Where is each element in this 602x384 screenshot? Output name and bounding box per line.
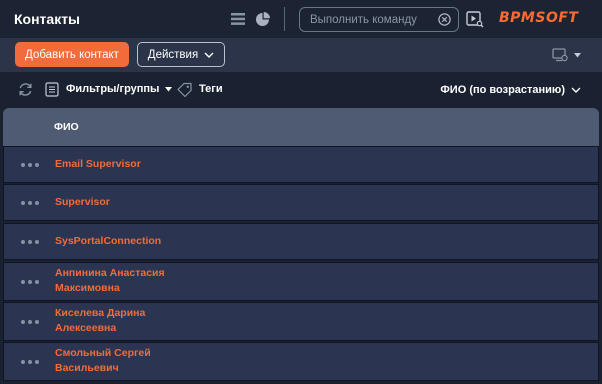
table-row[interactable]: SysPortalConnection [3,223,599,260]
view-settings-icon [552,48,568,62]
run-command-icon[interactable] [466,11,484,28]
contact-name-link[interactable]: Supervisor [55,195,110,210]
contact-name-link[interactable]: SysPortalConnection [55,234,161,249]
contact-name-line1: Киселева Дарина [55,307,146,319]
filter-bar: Фильтры/группы Теги ФИО (по возрастанию) [0,72,602,106]
grid-header: ФИО [3,108,599,146]
row-menu-icon[interactable] [21,162,41,168]
chevron-down-icon [574,52,581,57]
chart-view-icon[interactable] [254,11,270,27]
contact-name-line1: Анпинина Анастасия [55,267,165,279]
contact-name-line2: Васильевич [55,362,119,374]
table-row[interactable]: Смольный Сергей Васильевич [3,342,599,381]
command-box[interactable] [299,7,459,32]
table-row[interactable]: Анпинина Анастасия Максимовна [3,262,599,301]
action-bar: Добавить контакт Действия [0,38,602,72]
row-menu-icon[interactable] [21,200,41,206]
list-view-icon[interactable] [230,12,246,26]
sort-label: ФИО (по возрастанию) [440,84,565,96]
filters-groups-button[interactable]: Фильтры/группы [45,81,173,97]
contact-name-line1: Смольный Сергей [55,347,151,359]
actions-button[interactable]: Действия [137,42,225,67]
contact-name-line2: Максимовна [55,282,120,294]
column-header-fio[interactable]: ФИО [54,121,79,133]
logo-bpm: BPM [499,10,536,26]
chevron-down-icon [571,87,581,93]
bpmsoft-logo: BPMSOFT [499,10,578,28]
chevron-down-icon [165,86,173,91]
tags-button[interactable]: Теги [177,81,223,97]
tag-icon [177,82,192,97]
view-settings-button[interactable] [552,47,586,63]
table-row[interactable]: Supervisor [3,184,599,221]
actions-button-label: Действия [147,48,199,61]
row-menu-icon[interactable] [21,359,41,365]
contact-name-link[interactable]: Киселева Дарина Алексеевна [55,306,145,336]
clear-icon[interactable] [438,13,451,26]
tags-label: Теги [199,83,223,95]
command-input[interactable] [310,13,430,26]
filters-label: Фильтры/группы [66,83,160,95]
row-menu-icon[interactable] [21,319,41,325]
table-row[interactable]: Киселева Дарина Алексеевна [3,302,599,341]
contact-name-line2: Алексеевна [55,322,117,334]
contact-name-link[interactable]: Анпинина Анастасия Максимовна [55,266,165,296]
sort-dropdown[interactable]: ФИО (по возрастанию) [440,82,581,98]
row-menu-icon[interactable] [21,279,41,285]
chevron-down-icon [204,52,214,58]
table-row[interactable]: Email Supervisor [3,146,599,183]
contact-name-link[interactable]: Email Supervisor [55,157,141,172]
filter-icon [45,81,59,97]
logo-soft: SOFT [535,10,579,26]
app-header: Контакты BPMSOFT [0,0,602,38]
contact-name-link[interactable]: Смольный Сергей Васильевич [55,346,151,376]
page-title: Контакты [14,11,81,27]
row-menu-icon[interactable] [21,239,41,245]
add-contact-button[interactable]: Добавить контакт [15,42,129,67]
refresh-icon[interactable] [18,82,33,97]
header-divider [284,7,285,31]
